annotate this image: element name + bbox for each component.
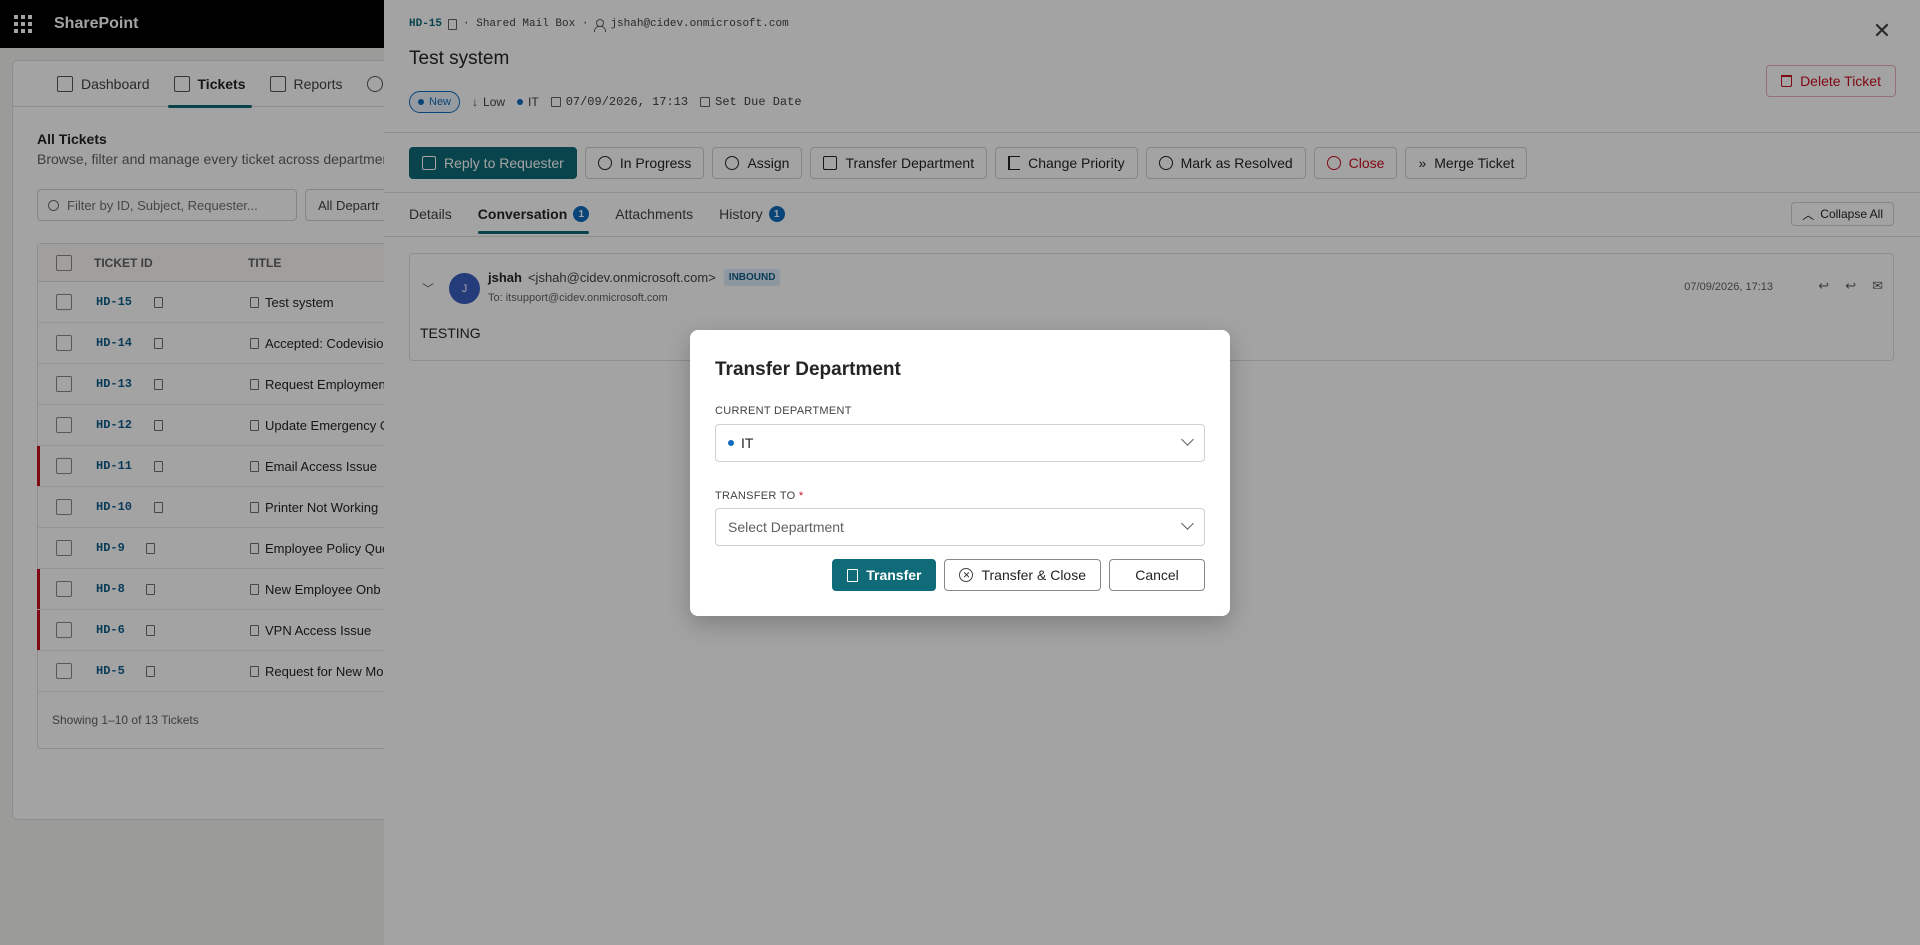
document-icon (847, 568, 859, 582)
current-department-label: CURRENT DEPARTMENT (715, 405, 852, 417)
transfer-department-dialog: Transfer Department CURRENT DEPARTMENT I… (690, 330, 1230, 616)
department-dot-icon (728, 440, 734, 446)
transfer-label: Transfer (866, 567, 922, 583)
transfer-to-select[interactable]: Select Department (715, 508, 1205, 546)
dismiss-circle-icon: ✕ (959, 568, 974, 582)
cancel-button[interactable]: Cancel (1109, 559, 1205, 591)
transfer-to-label: TRANSFER TO * (715, 490, 803, 502)
current-department-value: IT (741, 435, 754, 451)
current-department-select[interactable]: IT (715, 424, 1205, 462)
cancel-label: Cancel (1135, 567, 1179, 583)
chevron-down-icon (1181, 433, 1194, 446)
transfer-to-placeholder: Select Department (728, 519, 844, 535)
required-mark: * (798, 490, 804, 502)
dialog-buttons: Transfer ✕ Transfer & Close Cancel (832, 559, 1205, 591)
transfer-close-label: Transfer & Close (981, 567, 1086, 583)
transfer-button[interactable]: Transfer (832, 559, 937, 591)
dialog-title: Transfer Department (715, 359, 901, 380)
chevron-down-icon (1181, 517, 1194, 530)
transfer-to-label-text: TRANSFER TO (715, 490, 796, 502)
transfer-and-close-button[interactable]: ✕ Transfer & Close (944, 559, 1101, 591)
